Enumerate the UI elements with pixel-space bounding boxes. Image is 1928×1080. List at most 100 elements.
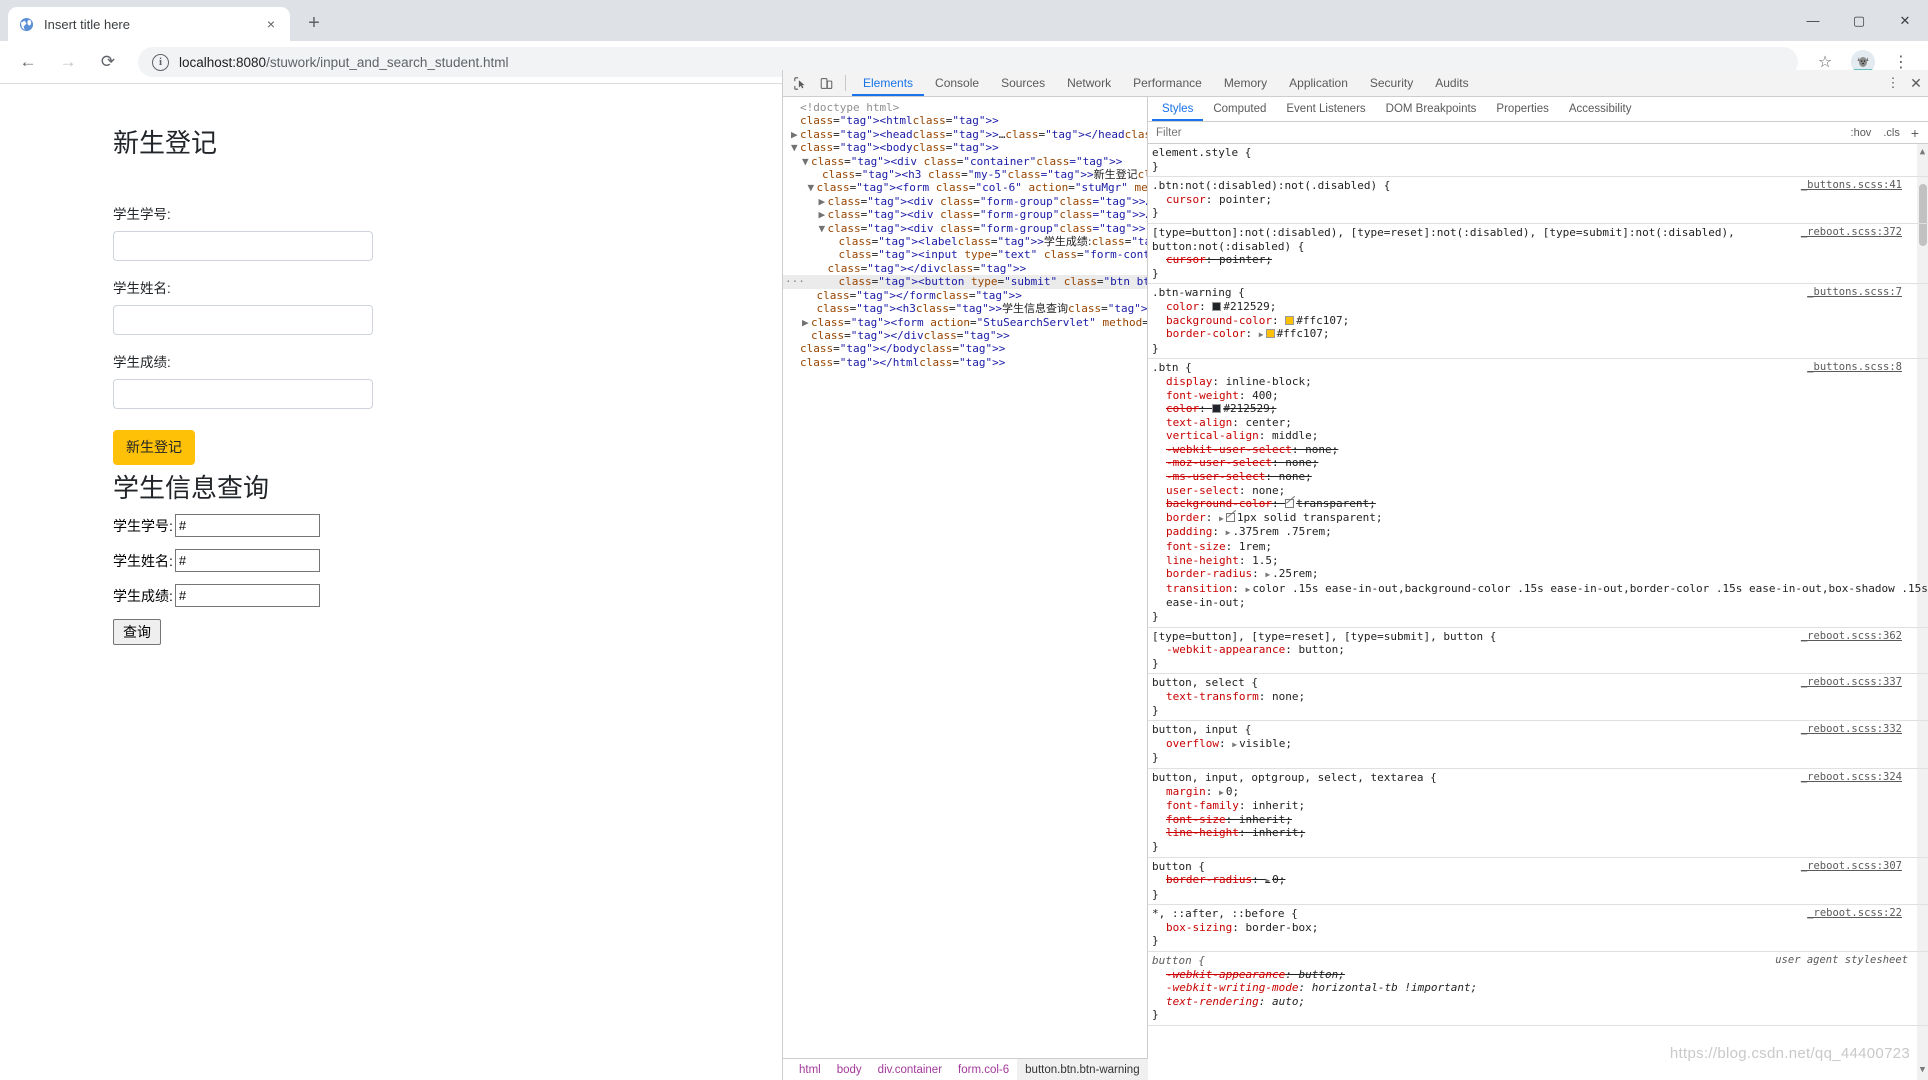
css-declaration[interactable]: cursor: pointer; xyxy=(1148,253,1928,267)
dom-node[interactable]: class="tag"><labelclass="tag">>学生成绩:clas… xyxy=(783,235,1148,248)
browser-tab[interactable]: Insert title here × xyxy=(8,7,290,41)
styles-filter-input[interactable] xyxy=(1152,125,1845,140)
css-declaration[interactable]: text-rendering: auto; xyxy=(1148,995,1928,1009)
breadcrumb-item[interactable]: body xyxy=(829,1059,870,1080)
devtools-tab-elements[interactable]: Elements xyxy=(852,70,924,96)
input-stuname[interactable] xyxy=(113,305,373,336)
forward-icon[interactable]: → xyxy=(52,46,84,78)
styles-rule-list[interactable]: ▲ ▼ element.style {} .btn:not(:disabled):… xyxy=(1148,144,1928,1080)
css-rule[interactable]: *, ::after, ::before {_reboot.scss:22 box… xyxy=(1148,905,1928,953)
css-rule[interactable]: button {user agent stylesheet -webkit-app… xyxy=(1148,952,1928,1027)
dom-node[interactable]: class="tag"></divclass="tag">> xyxy=(783,329,1147,342)
css-rule[interactable]: .btn:not(:disabled):not(.disabled) {_but… xyxy=(1148,177,1928,224)
css-source-link[interactable]: _reboot.scss:372 xyxy=(1801,226,1902,240)
dom-node[interactable]: class="tag"></bodyclass="tag">> xyxy=(783,342,1147,355)
styles-tab-dom-breakpoints[interactable]: DOM Breakpoints xyxy=(1376,97,1487,121)
dom-node[interactable]: class="tag"><h3 class="my-5"class="tag">… xyxy=(783,168,1147,181)
dom-node[interactable]: ··· class="tag"><button type="submit" cla… xyxy=(783,275,1147,289)
dom-node[interactable]: class="tag"></htmlclass="tag">> xyxy=(783,356,1147,369)
devtools-close-icon[interactable]: ✕ xyxy=(1904,70,1928,96)
register-submit-button[interactable]: 新生登记 xyxy=(113,430,195,466)
devtools-tab-performance[interactable]: Performance xyxy=(1122,70,1213,96)
styles-tab-styles[interactable]: Styles xyxy=(1152,97,1203,121)
css-declaration[interactable]: font-size: inherit; xyxy=(1148,813,1928,827)
breadcrumb-item[interactable]: button.btn.btn-warning xyxy=(1017,1058,1148,1080)
breadcrumb-item[interactable]: form.col-6 xyxy=(950,1059,1017,1080)
css-rule[interactable]: [type=button]:not(:disabled), [type=rese… xyxy=(1148,224,1928,285)
css-rule[interactable]: [type=button], [type=reset], [type=submi… xyxy=(1148,628,1928,675)
new-style-rule-button[interactable]: + xyxy=(1906,125,1924,141)
css-declaration[interactable]: border-radius: ▶ 0; xyxy=(1148,873,1928,888)
devtools-more-icon[interactable]: ⋮ xyxy=(1882,70,1904,96)
styles-tab-accessibility[interactable]: Accessibility xyxy=(1559,97,1642,121)
css-declaration[interactable]: display: inline-block; xyxy=(1148,375,1928,389)
dom-node[interactable]: ▼ class="tag"><form class="col-6" action=… xyxy=(783,181,1148,194)
dom-node[interactable]: class="tag"><htmlclass="tag">> xyxy=(783,114,1147,127)
devtools-tab-sources[interactable]: Sources xyxy=(990,70,1056,96)
css-declaration[interactable]: -webkit-user-select: none; xyxy=(1148,443,1928,457)
new-tab-button[interactable]: + xyxy=(299,8,329,38)
dom-node[interactable]: ▼ class="tag"><div class="container"class… xyxy=(783,155,1147,168)
site-info-icon[interactable]: i xyxy=(152,53,169,71)
css-declaration[interactable]: background-color: transparent; xyxy=(1148,497,1928,511)
css-source-link[interactable]: user agent stylesheet xyxy=(1775,954,1908,968)
maximize-button[interactable]: ▢ xyxy=(1836,0,1882,41)
css-source-link[interactable]: _reboot.scss:324 xyxy=(1801,771,1902,785)
dom-node[interactable]: class="tag"></formclass="tag">> xyxy=(783,289,1147,302)
devtools-tab-audits[interactable]: Audits xyxy=(1424,70,1479,96)
css-declaration[interactable]: font-family: inherit; xyxy=(1148,799,1928,813)
css-rule[interactable]: element.style {} xyxy=(1148,144,1928,178)
device-toolbar-icon[interactable] xyxy=(813,70,839,96)
css-declaration[interactable]: background-color: #ffc107; xyxy=(1148,314,1928,328)
dom-node[interactable]: ▼ class="tag"><div class="form-group"clas… xyxy=(783,222,1147,235)
input-stumark[interactable] xyxy=(113,379,373,410)
window-close-button[interactable]: ✕ xyxy=(1882,0,1928,41)
breadcrumb-item[interactable]: div.container xyxy=(870,1059,950,1080)
cls-toggle[interactable]: .cls xyxy=(1877,127,1906,139)
search-input-stuname[interactable] xyxy=(174,549,320,573)
css-declaration[interactable]: color: #212529; xyxy=(1148,300,1928,314)
css-declaration[interactable]: color: #212529; xyxy=(1148,402,1928,416)
dom-node[interactable]: class="tag"><h3class="tag">>学生信息查询class=… xyxy=(783,302,1148,315)
styles-tab-event-listeners[interactable]: Event Listeners xyxy=(1276,97,1375,121)
css-declaration[interactable]: font-weight: 400; xyxy=(1148,389,1928,403)
css-declaration[interactable]: padding: ▶ .375rem .75rem; xyxy=(1148,525,1928,540)
dom-node[interactable]: ▶ class="tag"><form action="StuSearchServ… xyxy=(783,316,1147,329)
css-declaration[interactable]: -webkit-writing-mode: horizontal-tb !imp… xyxy=(1148,981,1928,995)
hov-toggle[interactable]: :hov xyxy=(1845,127,1878,139)
css-rule[interactable]: .btn-warning {_buttons.scss:7 color: #212… xyxy=(1148,284,1928,360)
css-declaration[interactable]: line-height: 1.5; xyxy=(1148,554,1928,568)
css-rule[interactable]: button, input, optgroup, select, textare… xyxy=(1148,769,1928,858)
css-rule[interactable]: button, input {_reboot.scss:332 overflow:… xyxy=(1148,721,1928,769)
css-declaration[interactable]: text-align: center; xyxy=(1148,416,1928,430)
devtools-tab-network[interactable]: Network xyxy=(1056,70,1122,96)
css-rule[interactable]: button {_reboot.scss:307 border-radius: ▶… xyxy=(1148,858,1928,906)
search-input-stumark[interactable] xyxy=(174,584,320,608)
dom-node[interactable]: ▼ class="tag"><bodyclass="tag">> xyxy=(783,141,1147,154)
css-declaration[interactable]: margin: ▶ 0; xyxy=(1148,785,1928,800)
inspect-cursor-icon[interactable] xyxy=(787,70,813,96)
devtools-tab-memory[interactable]: Memory xyxy=(1213,70,1278,96)
css-source-link[interactable]: _buttons.scss:41 xyxy=(1801,179,1902,193)
close-icon[interactable]: × xyxy=(262,15,280,33)
css-declaration[interactable]: cursor: pointer; xyxy=(1148,193,1928,207)
search-submit-button[interactable]: 查询 xyxy=(113,619,161,646)
css-declaration[interactable]: border: ▶ 1px solid transparent; xyxy=(1148,511,1928,526)
css-source-link[interactable]: _reboot.scss:337 xyxy=(1801,676,1902,690)
css-source-link[interactable]: _reboot.scss:332 xyxy=(1801,723,1902,737)
minimize-button[interactable]: — xyxy=(1790,0,1836,41)
css-source-link[interactable]: _reboot.scss:307 xyxy=(1801,860,1902,874)
devtools-tab-application[interactable]: Application xyxy=(1278,70,1359,96)
css-declaration[interactable]: -moz-user-select: none; xyxy=(1148,456,1928,470)
dom-tree[interactable]: <!doctype html> class="tag"><htmlclass="t… xyxy=(783,97,1147,1058)
css-declaration[interactable]: border-color: ▶ #ffc107; xyxy=(1148,327,1928,342)
breadcrumb-item[interactable]: html xyxy=(791,1059,829,1080)
dom-node[interactable]: ▶ class="tag"><div class="form-group"clas… xyxy=(783,208,1148,221)
css-declaration[interactable]: user-select: none; xyxy=(1148,484,1928,498)
css-declaration[interactable]: line-height: inherit; xyxy=(1148,826,1928,840)
styles-tab-computed[interactable]: Computed xyxy=(1203,97,1276,121)
search-input-stuid[interactable] xyxy=(174,514,320,538)
css-declaration[interactable]: -webkit-appearance: button; xyxy=(1148,968,1928,982)
css-declaration[interactable]: -ms-user-select: none; xyxy=(1148,470,1928,484)
css-declaration[interactable]: border-radius: ▶ .25rem; xyxy=(1148,567,1928,582)
